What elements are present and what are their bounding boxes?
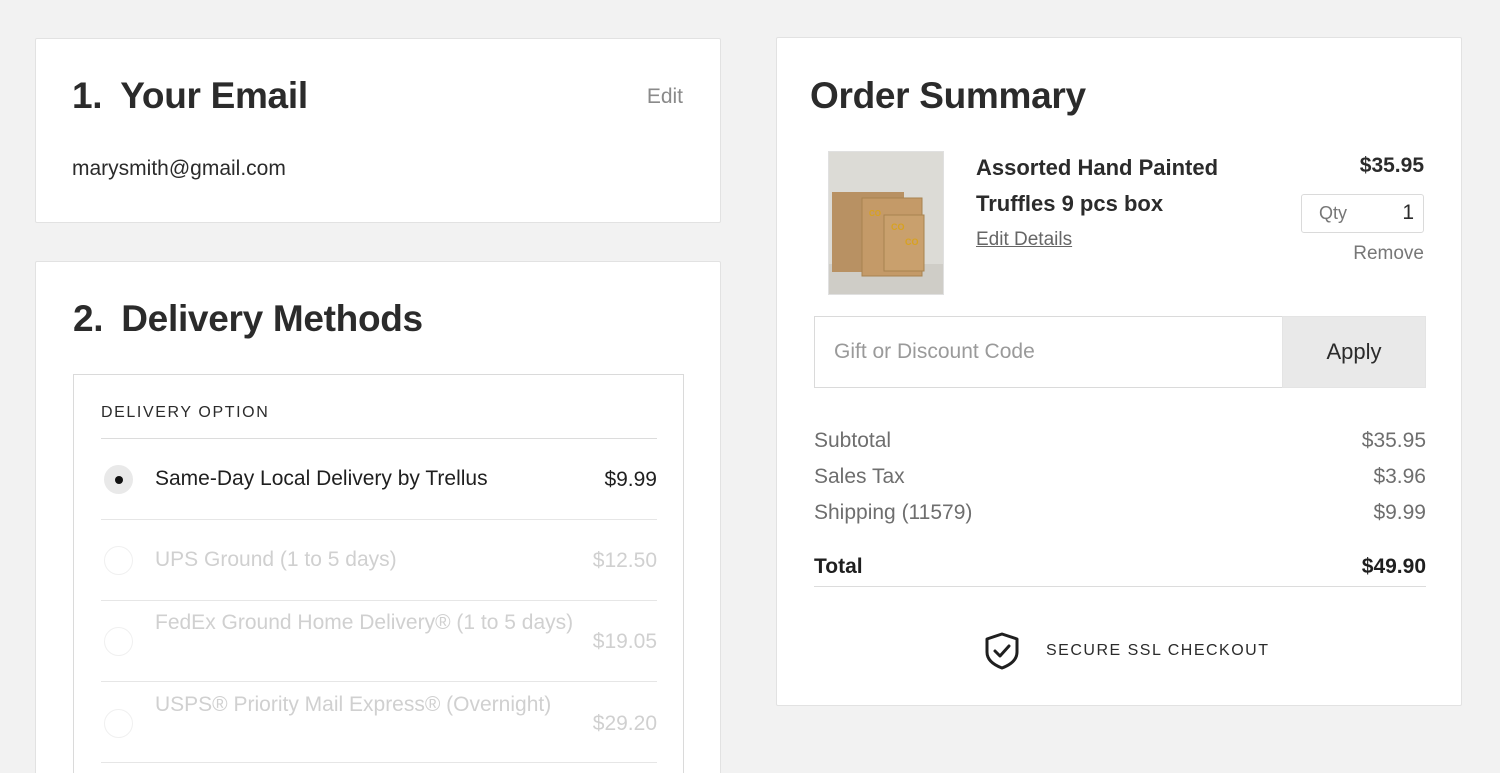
delivery-card: 2. Delivery Methods DELIVERY OPTION Same-… xyxy=(35,261,721,773)
email-section-title: 1. Your Email xyxy=(72,75,308,117)
edit-details-link[interactable]: Edit Details xyxy=(976,229,1072,251)
delivery-option-price: $9.99 xyxy=(604,468,657,491)
section-number: 1. xyxy=(72,75,103,116)
delivery-option-price: $29.20 xyxy=(592,712,657,735)
delivery-option-label: UPS Ground (1 to 5 days) xyxy=(155,548,397,571)
product-name: Assorted Hand Painted Truffles 9 pcs box xyxy=(976,155,1219,216)
delivery-options-header: DELIVERY OPTION xyxy=(101,404,270,421)
section-number: 2. xyxy=(73,298,104,339)
shipping-value: $9.99 xyxy=(1373,501,1426,524)
delivery-option-label: Same-Day Local Delivery by Trellus xyxy=(155,467,488,490)
sales-tax-label: Sales Tax xyxy=(814,465,905,488)
product-photo-icon: CO CO CO xyxy=(829,152,943,294)
delivery-option-same-day[interactable]: Same-Day Local Delivery by Trellus $9.99 xyxy=(101,439,657,520)
svg-text:CO: CO xyxy=(869,209,881,218)
discount-code-input[interactable] xyxy=(814,316,1282,388)
radio-unselected-icon[interactable] xyxy=(104,627,133,656)
quantity-field[interactable]: Qty 1 xyxy=(1301,194,1424,233)
remove-item-link[interactable]: Remove xyxy=(1353,243,1424,265)
delivery-option-price: $19.05 xyxy=(592,630,657,653)
radio-unselected-icon[interactable] xyxy=(104,709,133,738)
section-title-text: Your Email xyxy=(120,75,308,116)
subtotal-value: $35.95 xyxy=(1361,429,1426,452)
email-card: 1. Your Email Edit marysmith@gmail.com xyxy=(35,38,721,223)
order-summary-title: Order Summary xyxy=(810,75,1086,116)
radio-unselected-icon[interactable] xyxy=(104,546,133,575)
order-summary-card: Order Summary CO CO CO Assorted Hand Pai… xyxy=(776,37,1462,706)
delivery-option-label: FedEx Ground Home Delivery® (1 to 5 days… xyxy=(155,611,574,634)
delivery-option-fedex-ground[interactable]: FedEx Ground Home Delivery® (1 to 5 days… xyxy=(101,601,657,682)
delivery-option-usps-express[interactable]: USPS® Priority Mail Express® (Overnight)… xyxy=(101,682,657,763)
edit-email-link[interactable]: Edit xyxy=(647,85,683,109)
svg-text:CO: CO xyxy=(905,237,919,247)
qty-value[interactable]: 1 xyxy=(1402,201,1414,225)
sales-tax-value: $3.96 xyxy=(1373,465,1426,488)
product-image: CO CO CO xyxy=(828,151,944,295)
delivery-option-ups-ground[interactable]: UPS Ground (1 to 5 days) $12.50 xyxy=(101,520,657,601)
delivery-section-title: 2. Delivery Methods xyxy=(73,298,423,340)
qty-label: Qty xyxy=(1319,203,1348,223)
total-value: $49.90 xyxy=(1361,555,1426,578)
delivery-option-label: USPS® Priority Mail Express® (Overnight) xyxy=(155,693,552,716)
delivery-options-box: DELIVERY OPTION Same-Day Local Delivery … xyxy=(73,374,684,773)
email-value: marysmith@gmail.com xyxy=(72,157,286,180)
delivery-option-price: $12.50 xyxy=(592,549,657,572)
svg-text:CO: CO xyxy=(891,222,905,232)
subtotal-label: Subtotal xyxy=(814,429,892,452)
product-price: $35.95 xyxy=(1359,154,1424,177)
radio-selected-icon[interactable] xyxy=(104,465,133,494)
shield-check-icon xyxy=(985,632,1019,670)
divider xyxy=(814,586,1426,587)
apply-discount-button[interactable]: Apply xyxy=(1282,316,1426,388)
total-label: Total xyxy=(814,555,863,578)
section-title-text: Delivery Methods xyxy=(121,298,423,339)
shipping-label: Shipping (11579) xyxy=(814,501,973,524)
secure-checkout-label: SECURE SSL CHECKOUT xyxy=(1046,642,1270,659)
